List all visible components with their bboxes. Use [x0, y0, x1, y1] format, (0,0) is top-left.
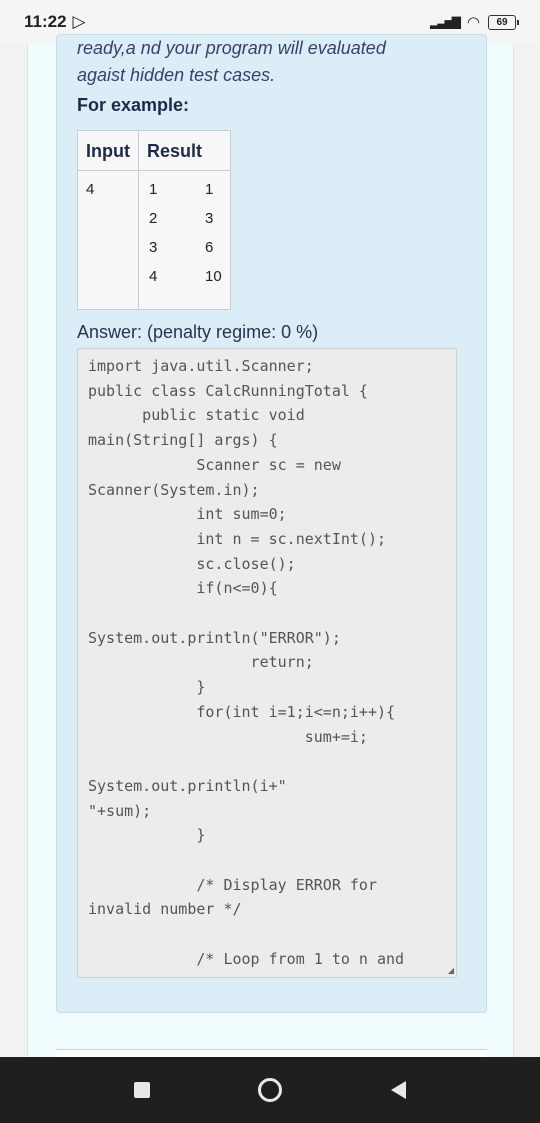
result-row: 4 10: [149, 268, 230, 297]
signal-icon: ▂▃▅▇: [429, 15, 461, 29]
code-line: public class CalcRunningTotal {: [88, 381, 368, 400]
code-line: sc.close();: [88, 554, 296, 573]
result-n: 2: [148, 210, 158, 227]
answer-label: Answer: (penalty regime: 0 %): [77, 322, 319, 342]
result-sum: 1: [204, 181, 214, 198]
table-header-input: Input: [77, 130, 139, 171]
answer-code-editor[interactable]: import java.util.Scanner; public class Ca…: [77, 348, 457, 978]
code-line: /* Display ERROR for: [88, 875, 377, 894]
question-card: ready,a nd your program will evaluated a…: [56, 34, 487, 1013]
home-icon[interactable]: [258, 1078, 283, 1102]
status-right: ▂▃▅▇ ◠ 69: [429, 13, 519, 31]
example-heading: For example:: [77, 95, 190, 115]
page-frame: ready,a nd your program will evaluated a…: [27, 34, 514, 1057]
code-line: for(int i=1;i<=n;i++){: [88, 702, 396, 721]
wifi-icon: ◠: [466, 14, 480, 31]
result-row: 3 6: [149, 239, 230, 268]
code-line: if(n<=0){: [88, 579, 278, 598]
code-line: invalid number */: [88, 900, 242, 919]
result-n: 3: [148, 239, 158, 256]
prompt-line-1: ready,a nd your program will evaluated: [77, 38, 386, 58]
code-line: int n = sc.nextInt();: [88, 529, 387, 548]
code-line: "+sum);: [88, 801, 152, 820]
example-table: Input Result 4 1 1 2 3 3 6 4 10: [77, 130, 231, 310]
result-row: 2 3: [149, 210, 230, 239]
code-line: public static void: [88, 406, 305, 425]
code-line: System.out.println(i+": [88, 776, 287, 795]
code-line: int sum=0;: [88, 505, 287, 524]
code-line: Scanner(System.in);: [88, 480, 260, 499]
result-row: 1 1: [149, 181, 230, 210]
code-line: sum+=i;: [88, 727, 368, 746]
question-prompt: ready,a nd your program will evaluated a…: [77, 35, 477, 89]
code-line: /* Loop from 1 to n and: [88, 949, 405, 968]
result-sum: 3: [204, 210, 214, 227]
result-sum: 10: [204, 268, 222, 285]
status-time: 11:22: [24, 12, 67, 31]
prompt-line-2: agaist hidden test cases.: [77, 65, 276, 85]
code-lines[interactable]: import java.util.Scanner; public class Ca…: [78, 349, 456, 972]
table-row: 4 1 1 2 3 3 6 4 10: [77, 170, 231, 310]
recents-icon[interactable]: [134, 1082, 151, 1098]
code-line: Scanner sc = new: [88, 455, 341, 474]
table-cell-input: 4: [77, 170, 139, 310]
result-n: 4: [148, 268, 158, 285]
code-line: System.out.println("ERROR");: [88, 628, 341, 647]
navigation-bar: [0, 1057, 540, 1123]
code-line: import java.util.Scanner;: [88, 357, 314, 375]
table-header-result: Result: [137, 130, 231, 171]
result-n: 1: [148, 181, 158, 198]
next-card-edge: [56, 1049, 487, 1057]
battery-icon: 69: [488, 14, 519, 30]
resize-handle-icon[interactable]: ◢: [448, 966, 454, 975]
table-cell-result: 1 1 2 3 3 6 4 10: [137, 170, 231, 310]
code-line: main(String[] args) {: [88, 431, 278, 450]
code-line: }: [88, 826, 206, 845]
status-left: 11:22 ▷: [24, 12, 86, 32]
play-icon: ▷: [72, 12, 86, 31]
back-icon[interactable]: [390, 1081, 406, 1099]
code-line: return;: [88, 653, 314, 672]
result-sum: 6: [204, 239, 214, 256]
code-line: }: [88, 678, 206, 697]
